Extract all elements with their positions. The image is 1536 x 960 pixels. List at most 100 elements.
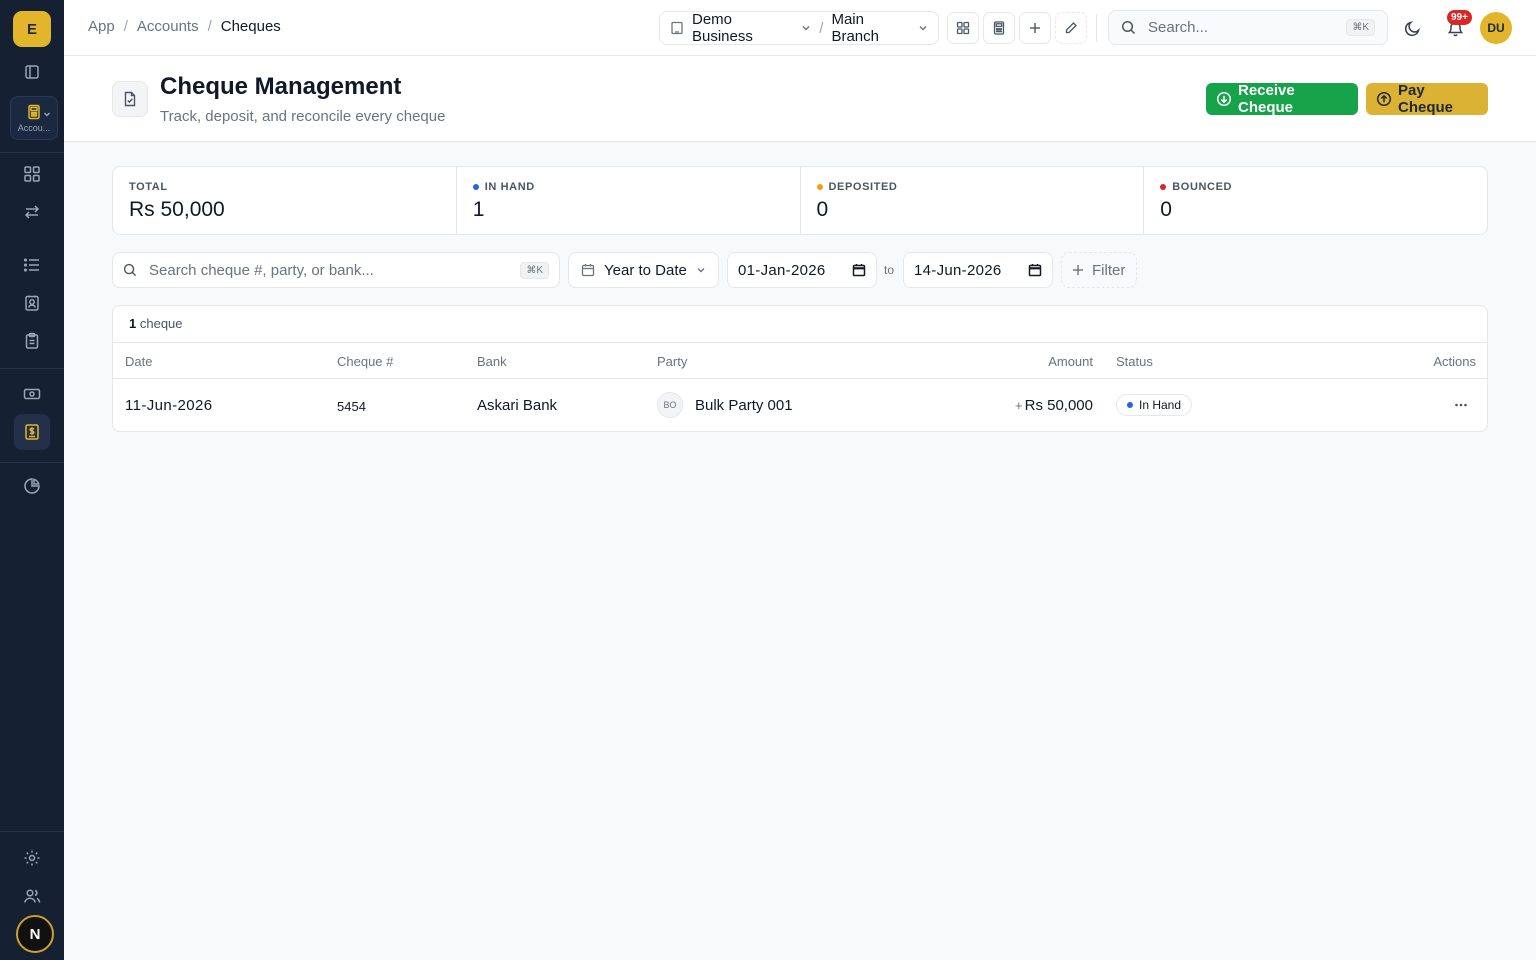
chevron-down-icon [801, 23, 811, 33]
cheque-search-input[interactable]: Search cheque #, party, or bank... ⌘K [112, 252, 560, 288]
grid-icon [956, 21, 970, 35]
column-bank[interactable]: Bank [477, 354, 507, 369]
dashboard-icon[interactable] [20, 162, 44, 186]
calculator-icon [24, 103, 44, 121]
pencil-icon [1065, 22, 1077, 34]
calendar-icon[interactable] [1028, 263, 1042, 277]
apps-grid-button[interactable] [947, 12, 979, 44]
row-actions-more-icon[interactable] [1449, 393, 1473, 417]
page-subtitle: Track, deposit, and reconcile every cheq… [160, 108, 446, 125]
cheque-date: 11-Jun-2026 [125, 397, 213, 414]
calculator-icon [993, 21, 1005, 35]
breadcrumb-current: Cheques [220, 18, 281, 35]
column-cheque-number[interactable]: Cheque # [337, 354, 393, 369]
party-name[interactable]: Bulk Party 001 [695, 397, 793, 414]
date-from-value: 01-Jan-2026 [738, 261, 826, 279]
list-icon[interactable] [20, 253, 44, 277]
sidebar: E Accou... N [0, 0, 64, 960]
branch-selector[interactable]: Main Branch [831, 11, 928, 45]
status-dot [816, 184, 823, 190]
contacts-icon[interactable] [20, 291, 44, 315]
arrow-up-circle-icon [1376, 91, 1392, 107]
cheque-bank: Askari Bank [477, 397, 558, 414]
chevron-down-icon [918, 23, 928, 33]
add-filter-button[interactable]: Filter [1061, 252, 1137, 288]
stats-summary: TOTAL Rs 50,000 IN HAND 1 DEPOSITED 0 BO… [112, 166, 1488, 235]
notification-count-badge: 99+ [1447, 10, 1472, 25]
period-value: Year to Date [604, 261, 687, 279]
plus-icon [1072, 264, 1084, 276]
date-to-value: 14-Jun-2026 [914, 261, 1002, 279]
user-menu-avatar[interactable]: N [16, 915, 54, 953]
search-shortcut-badge: ⌘K [1346, 19, 1375, 36]
column-status[interactable]: Status [1116, 354, 1153, 369]
global-search-input[interactable]: Search... ⌘K [1108, 10, 1388, 45]
global-search-placeholder: Search... [1148, 19, 1209, 36]
column-date[interactable]: Date [125, 354, 152, 369]
column-actions: Actions [1433, 354, 1476, 369]
app-logo[interactable]: E [13, 11, 51, 47]
stat-label: TOTAL [129, 181, 168, 193]
table-header: Date Cheque # Bank Party Amount Status A… [113, 342, 1487, 379]
stat-label: BOUNCED [1172, 181, 1233, 193]
calendar-icon [581, 263, 595, 277]
business-selector[interactable]: Demo Business [692, 11, 811, 45]
calendar-icon[interactable] [852, 263, 866, 277]
pay-cheque-button[interactable]: Pay Cheque [1366, 82, 1488, 116]
calculator-button[interactable] [983, 12, 1015, 44]
cheque-document-icon [112, 81, 148, 117]
cash-icon[interactable] [20, 382, 44, 406]
page-title: Cheque Management [160, 73, 402, 100]
status-badge: In Hand [1116, 394, 1193, 416]
breadcrumb: App / Accounts / Cheques [88, 18, 281, 35]
arrow-down-circle-icon [1216, 91, 1232, 107]
reports-chart-icon[interactable] [20, 474, 44, 498]
quick-add-button[interactable] [1019, 12, 1051, 44]
stat-value: Rs 50,000 [129, 198, 225, 221]
business-name: Demo Business [692, 11, 753, 45]
sidebar-toggle-icon[interactable] [20, 60, 44, 84]
pay-cheque-label: Pay Cheque [1398, 82, 1454, 116]
stat-in-hand: IN HAND 1 [457, 167, 801, 234]
cheque-number: 5454 [337, 399, 366, 414]
breadcrumb-accounts[interactable]: Accounts [137, 18, 199, 35]
top-bar: App / Accounts / Cheques Demo Business /… [64, 0, 1536, 56]
cheque-icon [25, 424, 39, 440]
page-header: Cheque Management Track, deposit, and re… [64, 56, 1536, 142]
party-avatar: BO [657, 392, 683, 418]
cheques-table: 1 cheque Date Cheque # Bank Party Amount… [112, 305, 1488, 432]
module-switcher[interactable]: Accou... [10, 96, 58, 140]
column-amount[interactable]: Amount [1048, 354, 1093, 369]
breadcrumb-app[interactable]: App [88, 18, 115, 35]
date-from-input[interactable]: 01-Jan-2026 [727, 252, 877, 288]
date-range-separator: to [884, 263, 895, 277]
period-select[interactable]: Year to Date [568, 252, 719, 288]
receive-cheque-label: Receive Cheque [1238, 82, 1295, 116]
date-to-input[interactable]: 14-Jun-2026 [903, 252, 1053, 288]
edit-shortcuts-button[interactable] [1055, 12, 1087, 44]
search-icon [1121, 20, 1136, 35]
search-icon [123, 263, 137, 277]
status-dot [1160, 184, 1167, 190]
settings-gear-icon[interactable] [20, 846, 44, 870]
column-party[interactable]: Party [657, 354, 687, 369]
search-shortcut-badge: ⌘K [520, 261, 549, 279]
status-dot [472, 184, 479, 190]
stat-total: TOTAL Rs 50,000 [113, 167, 457, 234]
cheque-search-placeholder: Search cheque #, party, or bank... [149, 261, 374, 279]
sidebar-item-cheques[interactable] [14, 414, 50, 450]
stat-deposited: DEPOSITED 0 [801, 167, 1145, 234]
theme-toggle-moon-icon[interactable] [1400, 16, 1424, 40]
stat-value: 0 [1160, 198, 1172, 221]
chevron-down-icon [696, 265, 706, 275]
transfer-icon[interactable] [20, 200, 44, 224]
module-label: Accou... [17, 123, 51, 133]
business-branch-selector: Demo Business / Main Branch [659, 11, 939, 45]
chevron-down-icon [43, 110, 51, 118]
table-row[interactable]: 11-Jun-2026 5454 Askari Bank BO Bulk Par… [113, 379, 1487, 432]
stat-label: DEPOSITED [828, 181, 898, 193]
users-icon[interactable] [20, 884, 44, 908]
clipboard-icon[interactable] [20, 329, 44, 353]
receive-cheque-button[interactable]: Receive Cheque [1206, 82, 1358, 116]
user-avatar[interactable]: DU [1480, 12, 1512, 44]
